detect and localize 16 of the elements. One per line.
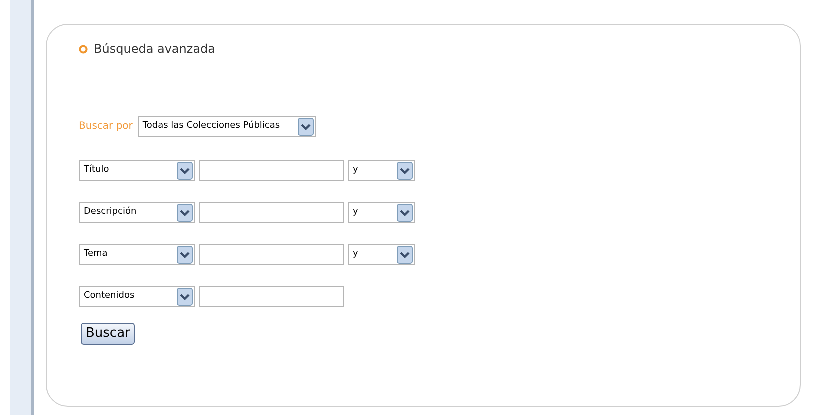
field-select[interactable]: Contenidos — [79, 286, 195, 307]
search-input[interactable] — [199, 160, 344, 181]
connector-select[interactable]: y — [348, 202, 415, 223]
search-input[interactable] — [199, 244, 344, 265]
search-input[interactable] — [199, 202, 344, 223]
search-by-label: Buscar por — [79, 120, 133, 134]
search-button[interactable]: Buscar — [81, 323, 136, 345]
connector-select[interactable]: y — [348, 244, 415, 265]
search-input[interactable] — [199, 286, 344, 307]
collection-select[interactable]: Todas las Colecciones Públicas — [138, 116, 316, 137]
field-select[interactable]: Título — [79, 160, 195, 181]
panel-title: Búsqueda avanzada — [94, 41, 216, 58]
connector-select[interactable]: y — [348, 160, 415, 181]
circle-bullet-icon — [79, 44, 88, 54]
field-select[interactable]: Descripción — [79, 202, 195, 223]
field-select[interactable]: Tema — [79, 244, 195, 265]
